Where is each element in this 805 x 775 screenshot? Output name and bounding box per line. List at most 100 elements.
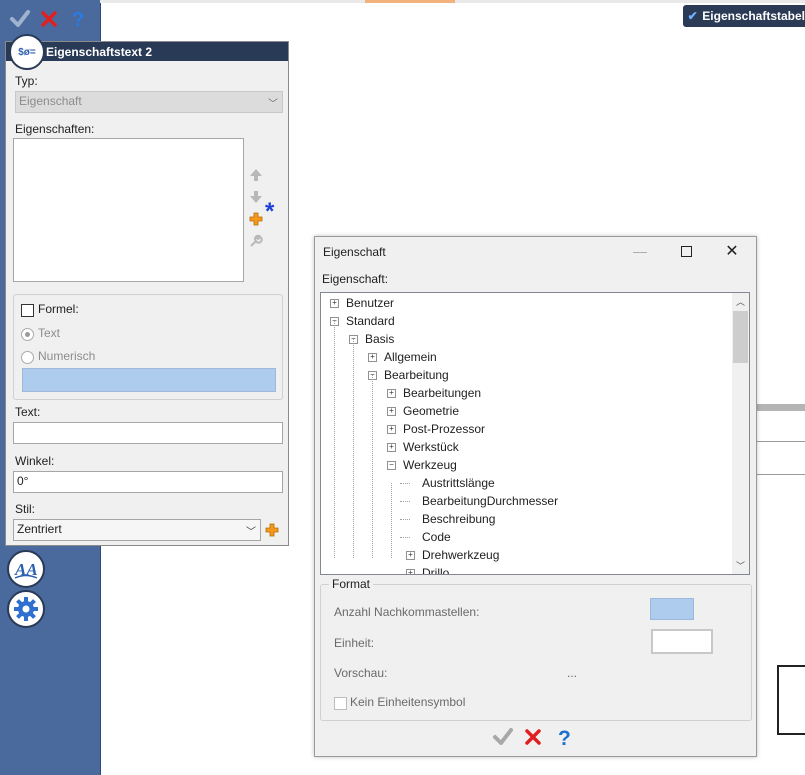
tree-node[interactable]: Code <box>422 528 451 546</box>
tree-node[interactable]: Post-Prozessor <box>403 420 485 438</box>
tree-node[interactable]: Beschreibung <box>422 510 495 528</box>
canvas-line <box>755 404 805 411</box>
text-label: Text: <box>15 405 41 419</box>
decimals-label: Anzahl Nachkommastellen: <box>334 605 480 619</box>
format-legend: Format <box>329 577 374 591</box>
tree-expander-icon[interactable]: + <box>387 443 396 452</box>
canvas-box <box>777 665 805 735</box>
tree-connector <box>400 483 410 484</box>
scroll-thumb[interactable] <box>733 311 748 363</box>
asterisk-icon[interactable]: * <box>265 198 274 226</box>
radio-numeric[interactable] <box>21 351 34 364</box>
tree-node[interactable]: Basis <box>365 330 394 348</box>
property-tree[interactable]: + Benutzer − Standard − Basis + Allgemein − Bearb… <box>320 292 750 575</box>
tree-expander-icon[interactable]: − <box>387 461 396 470</box>
tree-expander-icon[interactable]: + <box>387 389 396 398</box>
tree-expander-icon[interactable]: + <box>368 353 377 362</box>
panel-title: Eigenschaftstext 2 <box>46 45 153 59</box>
decimals-input[interactable] <box>650 598 694 620</box>
property-label: Eigenschaft: <box>322 272 389 286</box>
preview-value: ... <box>567 666 578 680</box>
unit-label: Einheit: <box>334 636 375 650</box>
tree-node[interactable]: Werkstück <box>403 438 459 456</box>
tree-expander-icon[interactable]: + <box>387 425 396 434</box>
style-label: Stil: <box>15 502 36 516</box>
maximize-icon[interactable] <box>671 239 701 263</box>
minimize-icon[interactable]: — <box>625 239 655 263</box>
dialog-title: Eigenschaft <box>323 245 386 259</box>
arrow-up-icon[interactable] <box>249 168 263 182</box>
formula-label: Formel: <box>38 302 79 316</box>
settings-gear-icon[interactable] <box>7 590 45 628</box>
no-unit-symbol-checkbox[interactable] <box>334 697 347 710</box>
tree-node[interactable]: Werkzeug <box>403 456 457 474</box>
ok-icon[interactable] <box>9 8 31 30</box>
tree-node[interactable]: Geometrie <box>403 402 459 420</box>
canvas-line <box>755 441 805 442</box>
tree-guide <box>391 483 392 558</box>
properties-label: Eigenschaften: <box>15 122 95 136</box>
no-unit-symbol-label: Kein Einheitensymbol <box>350 695 466 709</box>
angle-input[interactable]: 0° <box>13 471 283 493</box>
formula-checkbox[interactable] <box>21 304 34 317</box>
tree-node[interactable]: Austrittslänge <box>422 474 495 492</box>
chevron-down-icon: ﹀ <box>246 527 256 538</box>
type-label: Typ: <box>15 74 38 88</box>
format-group: Format Anzahl Nachkommastellen: Einheit:… <box>320 577 752 721</box>
tree-node[interactable]: Bearbeitungen <box>403 384 481 402</box>
tree-node[interactable]: Drehwerkzeug <box>422 546 499 564</box>
tree-node[interactable]: BearbeitungDurchmesser <box>422 492 558 510</box>
tree-node[interactable]: Benutzer <box>346 294 394 312</box>
text-input[interactable] <box>13 422 283 444</box>
tree-node[interactable]: Bearbeitung <box>384 366 449 384</box>
chevron-down-icon: ﹀ <box>268 99 278 110</box>
top-tab-indicator <box>365 0 455 3</box>
add-style-icon[interactable] <box>265 523 279 537</box>
formula-group: Formel: Text Numerisch <box>13 294 283 400</box>
angle-label: Winkel: <box>15 454 55 468</box>
dialog-cancel-icon[interactable] <box>522 726 544 748</box>
wrench-icon[interactable] <box>249 234 263 248</box>
scroll-down-icon[interactable]: ﹀ <box>736 559 745 572</box>
tree-guide <box>353 339 354 558</box>
formula-input[interactable] <box>22 368 276 392</box>
property-table-button[interactable]: ✔ Eigenschaftstabel <box>683 5 805 27</box>
tree-expander-icon[interactable]: + <box>406 569 415 574</box>
tree-expander-icon[interactable]: + <box>330 299 339 308</box>
svg-text:?: ? <box>558 727 571 748</box>
tree-connector <box>400 501 410 502</box>
radio-text-label: Text <box>38 326 61 340</box>
tree-guide <box>334 321 335 558</box>
tree-node[interactable]: Drillo <box>422 564 449 574</box>
dialog-help-icon[interactable]: ? <box>553 726 575 750</box>
close-icon[interactable]: ✕ <box>717 239 747 263</box>
tree-expander-icon[interactable]: + <box>387 407 396 416</box>
property-text-icon: $ø= <box>9 34 45 70</box>
scroll-up-icon[interactable]: ︿ <box>736 295 745 308</box>
tree-node[interactable]: Standard <box>346 312 395 330</box>
dialog-ok-icon[interactable] <box>492 726 514 748</box>
style-value: Zentriert <box>17 522 62 536</box>
arrow-down-icon[interactable] <box>249 190 263 204</box>
text-style-icon[interactable]: AA <box>7 550 45 588</box>
style-combobox[interactable]: Zentriert ﹀ <box>13 519 261 541</box>
checkmark-list-icon: ✔ <box>687 9 698 23</box>
property-table-label: Eigenschaftstabel <box>702 9 805 23</box>
property-text-panel: Eigenschaftstext 2 $ø= Typ: Eigenschaft … <box>5 34 289 546</box>
cancel-icon[interactable] <box>38 8 60 30</box>
tree-expander-icon[interactable]: + <box>406 551 415 560</box>
tree-node[interactable]: Allgemein <box>384 348 437 366</box>
canvas-line <box>755 474 805 475</box>
radio-text[interactable] <box>21 328 34 341</box>
radio-numeric-label: Numerisch <box>38 349 96 363</box>
tree-scrollbar[interactable]: ︿ ﹀ <box>732 293 749 574</box>
type-combobox[interactable]: Eigenschaft ﹀ <box>15 91 283 113</box>
add-icon[interactable] <box>249 212 263 226</box>
unit-input[interactable] <box>651 629 713 654</box>
type-value: Eigenschaft <box>19 94 82 108</box>
properties-list[interactable] <box>13 138 244 282</box>
svg-text:?: ? <box>72 9 84 30</box>
tree-guide <box>372 375 373 558</box>
help-icon[interactable]: ? <box>66 8 88 31</box>
panel-header: Eigenschaftstext 2 <box>6 42 288 61</box>
